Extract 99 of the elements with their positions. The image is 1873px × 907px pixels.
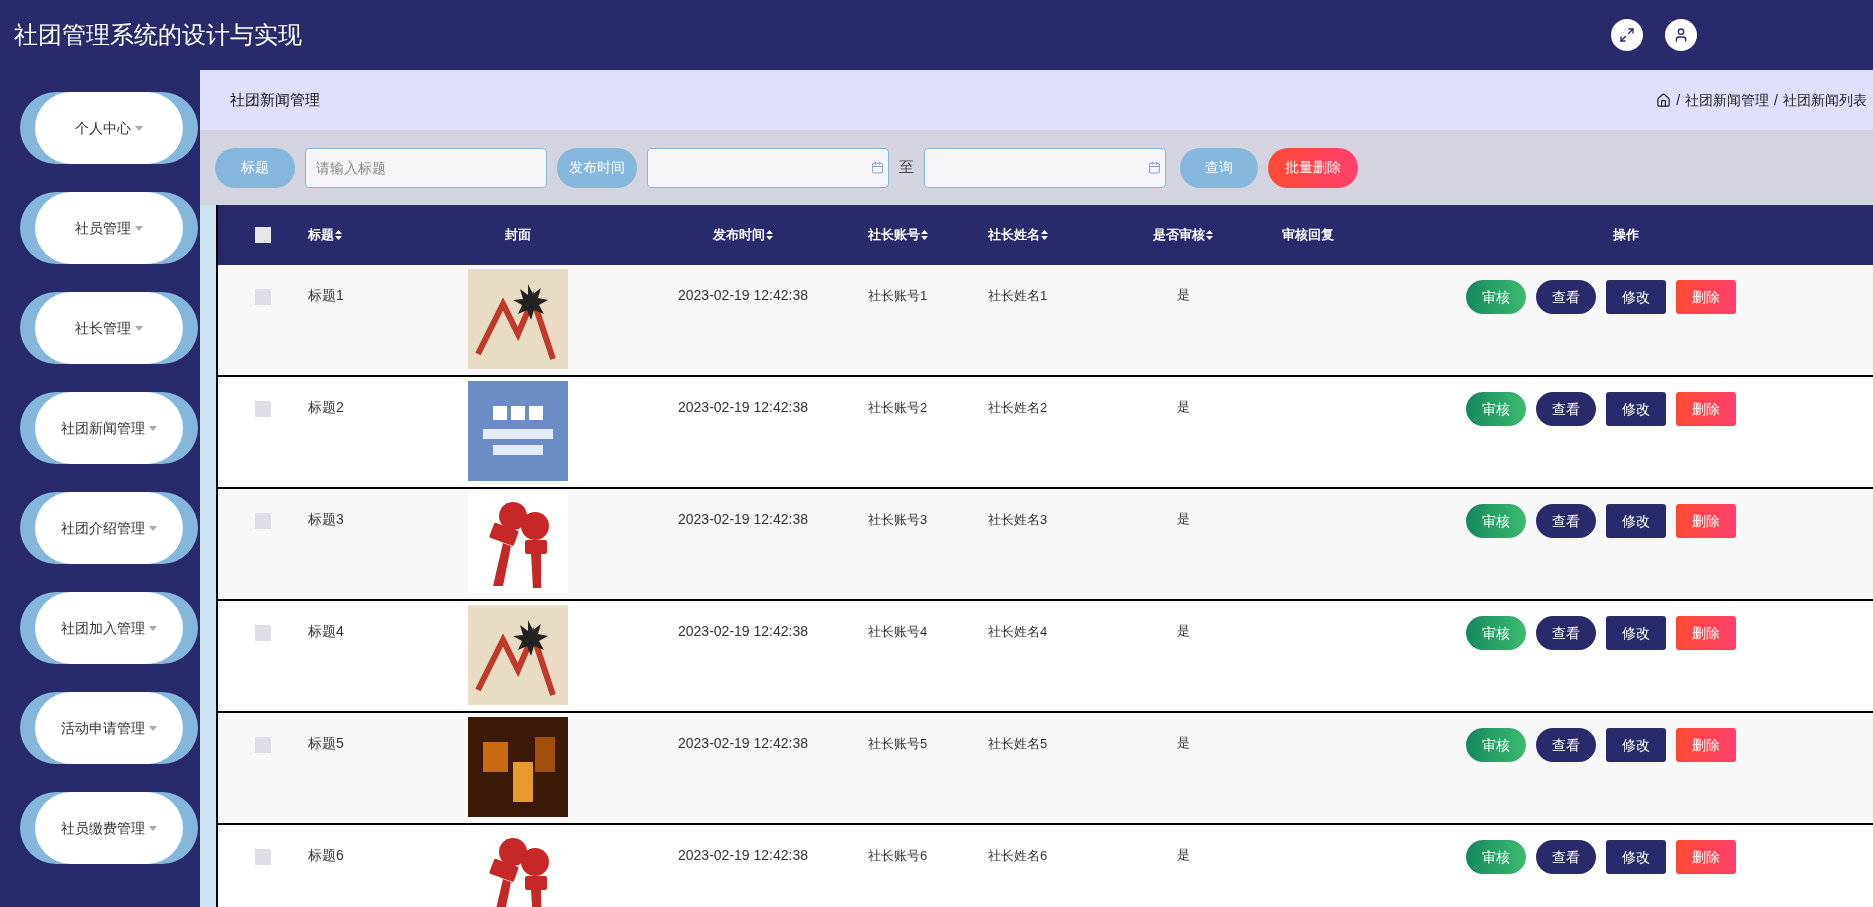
calendar-icon — [871, 161, 884, 174]
sort-icon[interactable] — [921, 230, 928, 240]
column-header[interactable]: 标题 — [308, 225, 342, 245]
sidebar-menu-item[interactable]: 社团加入管理 — [20, 592, 198, 664]
sidebar-menu-item[interactable]: 社团介绍管理 — [20, 492, 198, 564]
sidebar-menu-item[interactable]: 社长管理 — [20, 292, 198, 364]
column-header[interactable]: 社长姓名 — [988, 225, 1048, 245]
page-title: 社团新闻管理 — [230, 89, 320, 110]
table-cell-text: 是 — [1176, 398, 1190, 416]
table-cell: 标题5 — [308, 735, 344, 751]
view-button[interactable]: 查看 — [1535, 504, 1596, 538]
table-cell-text: 2023-02-19 12:42:38 — [678, 734, 808, 753]
table-cell: 标题1 — [308, 287, 344, 303]
table-cell: 社长账号6 — [868, 848, 928, 863]
caret-icon — [149, 725, 157, 731]
table-cell: 标题6 — [308, 847, 344, 863]
caret-icon — [135, 225, 143, 231]
sidebar-menu-item[interactable]: 社员缴费管理 — [20, 792, 198, 864]
breadcrumb-link[interactable]: 社团新闻列表 — [1783, 89, 1867, 111]
caret-icon — [135, 125, 143, 131]
table-cell-text: 是 — [1176, 286, 1190, 304]
table-cell: 社长账号2 — [868, 400, 928, 415]
caret-icon — [135, 325, 143, 331]
table-cell-text: 2023-02-19 12:42:38 — [678, 846, 808, 865]
table-cell: 社长姓名5 — [988, 736, 1048, 751]
edit-button[interactable]: 修改 — [1605, 840, 1666, 874]
table-cell-text: 是 — [1176, 734, 1190, 752]
checkbox[interactable] — [255, 513, 271, 529]
table-cell: 标题3 — [308, 511, 344, 527]
to-label: 至 — [899, 157, 914, 178]
review-button[interactable]: 审核 — [1465, 616, 1526, 650]
sidebar-menu-item[interactable]: 活动申请管理 — [20, 692, 198, 764]
table-cell-text: 是 — [1176, 510, 1190, 528]
review-button[interactable]: 审核 — [1465, 392, 1526, 426]
edit-button[interactable]: 修改 — [1605, 504, 1666, 538]
sidebar-menu-item[interactable]: 社团新闻管理 — [20, 392, 198, 464]
app-title: 社团管理系统的设计与实现 — [14, 20, 302, 51]
table-cell-text: 2023-02-19 12:42:38 — [678, 398, 808, 417]
column-header[interactable]: 是否审核 — [1153, 225, 1213, 245]
view-button[interactable]: 查看 — [1535, 840, 1596, 874]
user-icon[interactable] — [1665, 19, 1697, 51]
table-cell: 社长账号1 — [868, 288, 928, 303]
view-button[interactable]: 查看 — [1535, 392, 1596, 426]
checkbox[interactable] — [255, 401, 271, 417]
review-button[interactable]: 审核 — [1465, 504, 1526, 538]
view-button[interactable]: 查看 — [1535, 728, 1596, 762]
breadcrumb-separator: / — [1676, 90, 1681, 110]
review-button[interactable]: 审核 — [1465, 728, 1526, 762]
table-cell-text: 2023-02-19 12:42:38 — [678, 622, 808, 641]
edit-button[interactable]: 修改 — [1605, 616, 1666, 650]
review-button[interactable]: 审核 — [1465, 280, 1526, 314]
calendar-icon — [1148, 161, 1161, 174]
table-cell: 社长姓名3 — [988, 512, 1048, 527]
edit-button[interactable]: 修改 — [1605, 280, 1666, 314]
table-cell-text: 2023-02-19 12:42:38 — [678, 510, 808, 529]
breadcrumb-link[interactable]: 社团新闻管理 — [1685, 89, 1770, 111]
table-cell-text: 是 — [1176, 622, 1190, 640]
home-icon[interactable] — [1656, 92, 1672, 108]
table-cell: 社长姓名4 — [988, 624, 1048, 639]
sort-icon[interactable] — [1206, 230, 1213, 240]
table-cell-text: 是 — [1176, 846, 1190, 864]
sidebar-menu-item[interactable]: 社员管理 — [20, 192, 198, 264]
review-button[interactable]: 审核 — [1465, 840, 1526, 874]
column-header: 操作 — [1612, 226, 1639, 245]
caret-icon — [149, 625, 157, 631]
table-cell: 社长姓名1 — [988, 288, 1048, 303]
breadcrumb-separator: / — [1774, 90, 1778, 110]
end-date-field[interactable] — [924, 147, 1166, 188]
checkbox[interactable] — [255, 849, 271, 865]
title-input-field[interactable]: 请输入标题 — [305, 147, 547, 188]
sort-icon[interactable] — [335, 230, 342, 240]
view-button[interactable]: 查看 — [1535, 280, 1596, 314]
caret-icon — [149, 825, 157, 831]
column-header: 封面 — [505, 226, 531, 245]
view-button[interactable]: 查看 — [1535, 616, 1596, 650]
table-cell: 社长姓名6 — [988, 848, 1048, 863]
column-header: 审核回复 — [1282, 226, 1334, 245]
sort-icon[interactable] — [766, 230, 773, 240]
sort-icon[interactable] — [1041, 230, 1048, 240]
table-cell-text: 2023-02-19 12:42:38 — [678, 286, 808, 305]
checkbox[interactable] — [255, 737, 271, 753]
table-cell: 社长账号5 — [868, 736, 928, 751]
checkbox[interactable] — [255, 227, 271, 243]
start-date-field[interactable] — [647, 147, 889, 188]
edit-button[interactable]: 修改 — [1605, 392, 1666, 426]
caret-icon — [149, 525, 157, 531]
table-cell: 社长账号4 — [868, 624, 928, 639]
edit-button[interactable]: 修改 — [1605, 728, 1666, 762]
column-header[interactable]: 发布时间 — [713, 225, 773, 245]
table-cell: 标题2 — [308, 399, 344, 415]
table-cell: 社长姓名2 — [988, 400, 1048, 415]
sidebar-menu-item[interactable]: 个人中心 — [20, 92, 198, 164]
checkbox[interactable] — [255, 625, 271, 641]
table-cell: 社长账号3 — [868, 512, 928, 527]
column-header[interactable]: 社长账号 — [868, 225, 928, 245]
fullscreen-icon[interactable] — [1611, 19, 1643, 51]
caret-icon — [149, 425, 157, 431]
checkbox[interactable] — [255, 289, 271, 305]
table-cell: 标题4 — [308, 623, 344, 639]
